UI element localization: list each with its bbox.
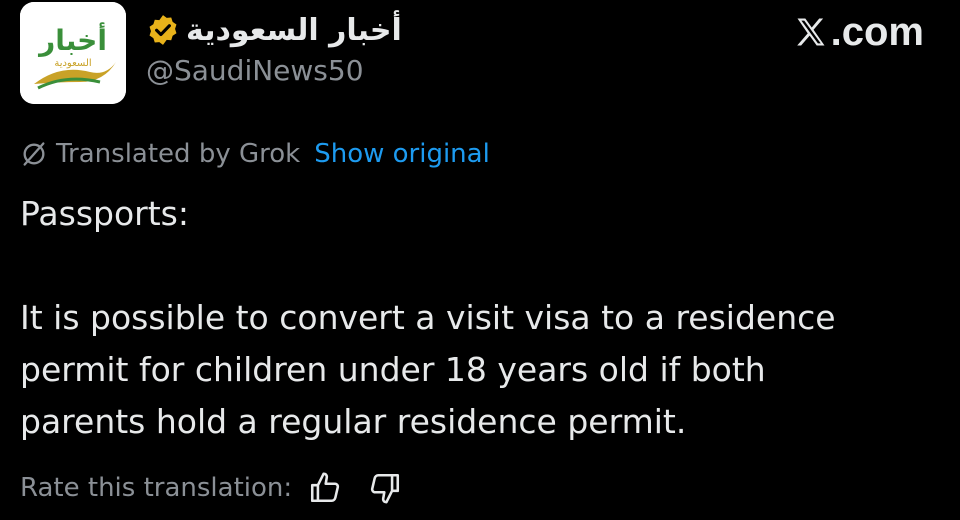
grok-icon xyxy=(23,142,45,166)
rate-translation-row: Rate this translation: xyxy=(20,466,402,510)
tweet-title: Passports: xyxy=(20,194,189,233)
account-name-row[interactable]: أخبار السعودية xyxy=(146,8,402,52)
rate-translation-label: Rate this translation: xyxy=(20,473,293,503)
saudi-news-logo-icon: أخبار السعودية xyxy=(20,2,126,104)
avatar-logo-subtext: السعودية xyxy=(54,58,91,69)
display-name[interactable]: أخبار السعودية xyxy=(186,13,402,48)
x-brand: .com xyxy=(793,12,924,52)
x-logo-icon xyxy=(796,18,825,46)
account-handle[interactable]: @SaudiNews50 xyxy=(146,54,364,87)
thumbs-down-icon[interactable] xyxy=(368,471,402,505)
tweet-line: permit for children under 18 years old i… xyxy=(20,350,766,389)
tweet-card: أخبار السعودية أخبار السعودية @SaudiNews… xyxy=(0,0,960,520)
translated-by-label: Translated by Grok xyxy=(56,139,301,169)
tweet-line: It is possible to convert a visit visa t… xyxy=(20,298,836,337)
verified-badge-icon xyxy=(149,15,177,45)
tweet-line: parents hold a regular residence permit. xyxy=(20,402,687,441)
avatar[interactable]: أخبار السعودية xyxy=(20,2,126,104)
brand-text: .com xyxy=(830,10,924,54)
avatar-logo-text: أخبار xyxy=(37,22,107,57)
tweet-text: Passports: It is possible to convert a v… xyxy=(20,188,940,448)
translation-bar: Translated by Grok Show original xyxy=(20,134,490,174)
thumbs-up-icon[interactable] xyxy=(308,471,342,505)
show-original-link[interactable]: Show original xyxy=(314,139,490,169)
